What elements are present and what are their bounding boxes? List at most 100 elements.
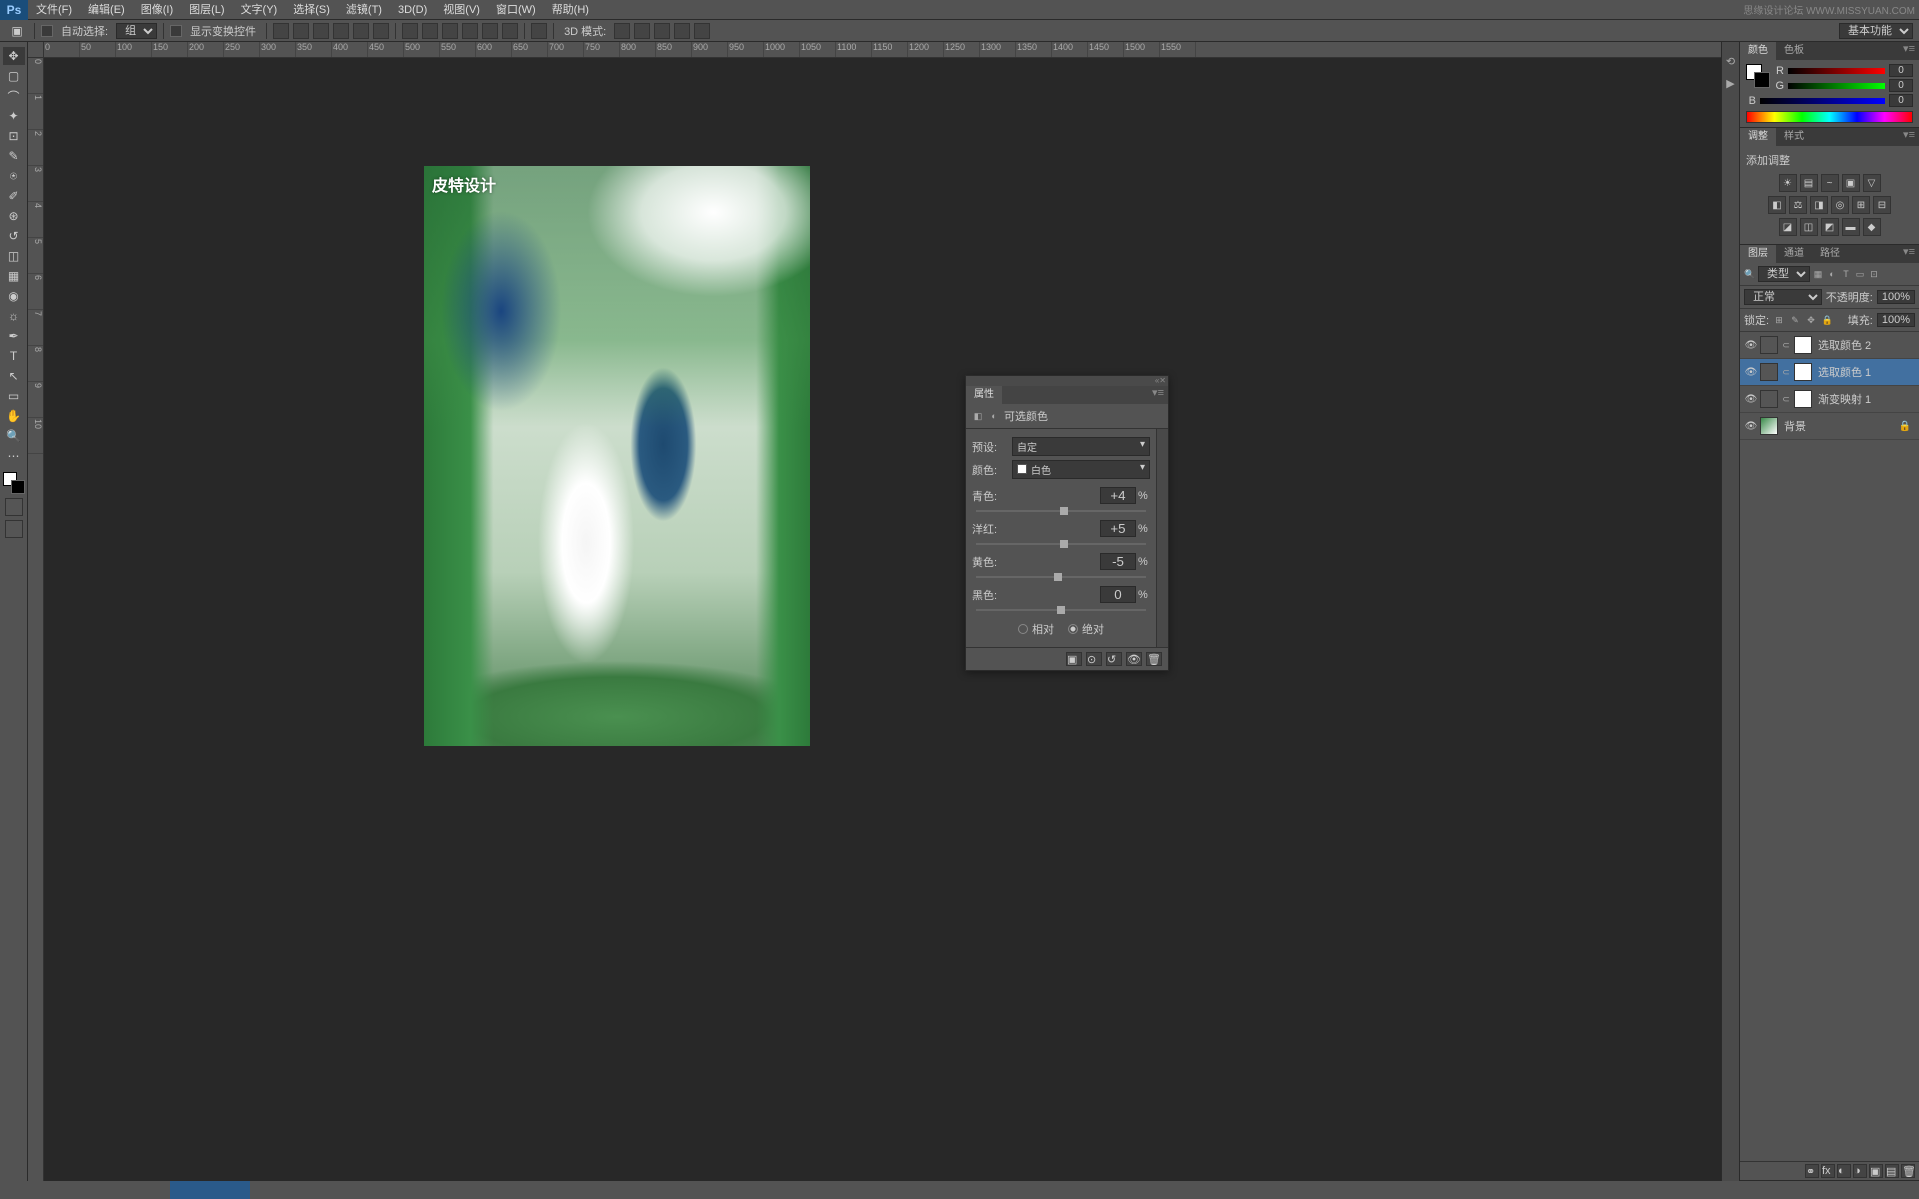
visibility-toggle-icon[interactable]: 👁 [1744,340,1758,351]
align-vcenter-icon[interactable] [353,23,369,39]
panel-bg-color[interactable] [1754,72,1770,88]
gradient-map-icon[interactable]: ▬ [1842,218,1860,236]
actions-panel-icon[interactable]: ▶ [1724,76,1738,90]
invert-icon[interactable]: ◪ [1779,218,1797,236]
eraser-tool[interactable]: ◫ [3,247,25,265]
link-layers-icon[interactable]: ⚭ [1805,1164,1819,1178]
lock-icon[interactable]: 🔒 [1821,314,1833,326]
lock-all-icon[interactable]: ⊞ [1773,314,1785,326]
vibrance-icon[interactable]: ▽ [1863,174,1881,192]
menu-filter[interactable]: 滤镜(T) [338,0,390,20]
3d-orbit-icon[interactable] [614,23,630,39]
hand-tool[interactable]: ✋ [3,407,25,425]
distribute-2-icon[interactable] [422,23,438,39]
quick-mask-toggle[interactable] [5,498,23,516]
align-top-icon[interactable] [333,23,349,39]
edit-toolbar-icon[interactable]: ⋯ [3,447,25,465]
eyedropper-tool[interactable]: ✎ [3,147,25,165]
fill-value[interactable]: 100% [1877,313,1915,327]
layer-fx-icon[interactable]: fx [1821,1164,1835,1178]
gradient-tool[interactable]: ▦ [3,267,25,285]
ruler-horizontal[interactable]: 0501001502002503003504004505005506006507… [44,42,1721,58]
layer-name[interactable]: 选取颜色 2 [1818,337,1915,353]
lock-position-icon[interactable]: ✥ [1805,314,1817,326]
relative-radio[interactable]: 相对 [1018,621,1054,637]
distribute-3-icon[interactable] [442,23,458,39]
layer-row[interactable]: 👁 ⊂ 选取颜色 1 [1740,359,1919,386]
tab-properties[interactable]: 属性 [966,386,1002,404]
magic-wand-tool[interactable]: ✦ [3,107,25,125]
clip-to-layer-icon[interactable]: ▣ [1066,652,1082,666]
selective-color-icon[interactable]: ◆ [1863,218,1881,236]
layer-thumb[interactable] [1760,336,1778,354]
posterize-icon[interactable]: ◫ [1800,218,1818,236]
distribute-6-icon[interactable] [502,23,518,39]
r-value[interactable] [1889,64,1913,77]
marquee-tool[interactable]: ▢ [3,67,25,85]
move-tool[interactable]: ✥ [3,47,25,65]
menu-3d[interactable]: 3D(D) [390,0,435,20]
healing-brush-tool[interactable]: ⍟ [3,167,25,185]
color-swatches[interactable] [3,472,25,494]
bw-icon[interactable]: ◨ [1810,196,1828,214]
align-left-icon[interactable] [273,23,289,39]
distribute-5-icon[interactable] [482,23,498,39]
panel-menu-icon[interactable]: ▾≡ [1899,245,1919,263]
color-select[interactable]: 白色 [1012,460,1150,479]
layer-mask-thumb[interactable] [1794,336,1812,354]
layer-thumb[interactable] [1760,390,1778,408]
panel-menu-icon[interactable]: ▾≡ [1148,386,1168,404]
tab-paths[interactable]: 路径 [1812,245,1848,263]
menu-layer[interactable]: 图层(L) [181,0,232,20]
distribute-1-icon[interactable] [402,23,418,39]
cyan-value[interactable] [1100,487,1136,504]
g-value[interactable] [1889,79,1913,92]
b-value[interactable] [1889,94,1913,107]
layer-name[interactable]: 渐变映射 1 [1818,391,1915,407]
add-mask-icon[interactable]: ◐ [1837,1164,1851,1178]
r-slider[interactable] [1788,68,1885,74]
levels-icon[interactable]: ▤ [1800,174,1818,192]
brush-tool[interactable]: ✐ [3,187,25,205]
menu-view[interactable]: 视图(V) [435,0,488,20]
new-group-icon[interactable]: ▣ [1869,1164,1883,1178]
menu-help[interactable]: 帮助(H) [544,0,597,20]
tab-channels[interactable]: 通道 [1776,245,1812,263]
lock-pixels-icon[interactable]: ✎ [1789,314,1801,326]
view-previous-icon[interactable]: ⊙ [1086,652,1102,666]
align-right-icon[interactable] [313,23,329,39]
blur-tool[interactable]: ◉ [3,287,25,305]
delete-adj-icon[interactable]: 🗑 [1146,652,1162,666]
delete-layer-icon[interactable]: 🗑 [1901,1164,1915,1178]
photo-filter-icon[interactable]: ◎ [1831,196,1849,214]
menu-image[interactable]: 图像(I) [133,0,181,20]
tab-adjustments[interactable]: 调整 [1740,128,1776,146]
history-panel-icon[interactable]: ⟲ [1724,54,1738,68]
zoom-tool[interactable]: 🔍 [3,427,25,445]
tab-styles[interactable]: 样式 [1776,128,1812,146]
background-color[interactable] [11,480,25,494]
align-bottom-icon[interactable] [373,23,389,39]
opacity-value[interactable]: 100% [1877,290,1915,304]
filter-adj-icon[interactable]: ◐ [1826,268,1838,280]
layer-mask-thumb[interactable] [1794,390,1812,408]
path-select-tool[interactable]: ↖ [3,367,25,385]
blend-mode-select[interactable]: 正常 [1744,289,1822,305]
lasso-tool[interactable]: ⌒ [3,87,25,105]
3d-pan-icon[interactable] [654,23,670,39]
g-slider[interactable] [1788,83,1885,89]
menu-edit[interactable]: 编辑(E) [80,0,133,20]
toggle-visibility-icon[interactable]: 👁 [1126,652,1142,666]
menu-file[interactable]: 文件(F) [28,0,80,20]
menu-select[interactable]: 选择(S) [285,0,338,20]
document-canvas[interactable]: 皮特设计 [424,166,810,746]
absolute-radio[interactable]: 绝对 [1068,621,1104,637]
new-adj-layer-icon[interactable]: ◑ [1853,1164,1867,1178]
dodge-tool[interactable]: ☼ [3,307,25,325]
distribute-4-icon[interactable] [462,23,478,39]
tab-swatches[interactable]: 色板 [1776,42,1812,60]
brightness-contrast-icon[interactable]: ☀ [1779,174,1797,192]
yellow-value[interactable] [1100,553,1136,570]
hue-sat-icon[interactable]: ◧ [1768,196,1786,214]
layer-mask-thumb[interactable] [1794,363,1812,381]
